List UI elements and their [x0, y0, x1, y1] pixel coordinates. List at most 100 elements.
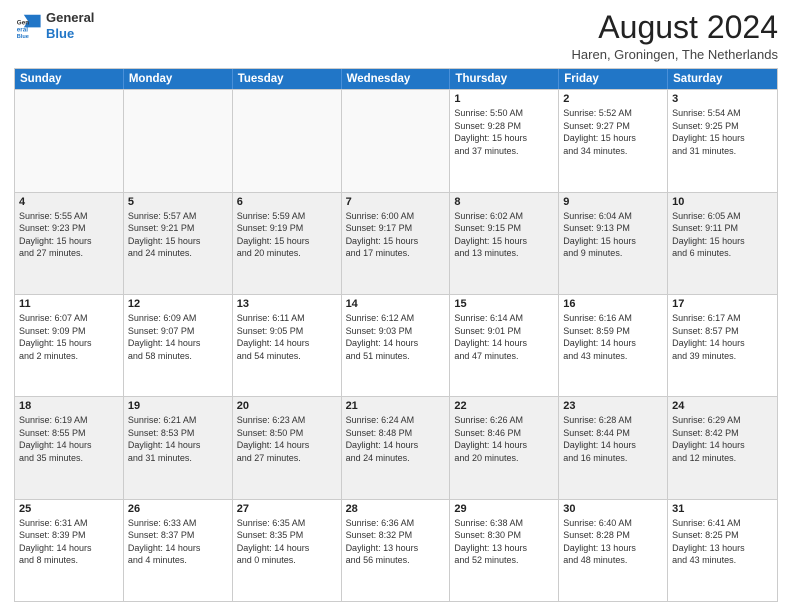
day-cell-14: 14 Sunrise: 6:12 AM Sunset: 9:03 PM Dayli…	[342, 295, 451, 396]
day-cell-29: 29Sunrise: 6:38 AM Sunset: 8:30 PM Dayli…	[450, 500, 559, 601]
day-info: Sunrise: 5:54 AM Sunset: 9:25 PM Dayligh…	[672, 107, 773, 157]
header: Gen eral Blue General Blue August 2024 H…	[14, 10, 778, 62]
day-number: 6	[237, 196, 337, 208]
day-cell-18: 18 Sunrise: 6:19 AM Sunset: 8:55 PM Dayli…	[15, 397, 124, 498]
day-info: Sunrise: 6:14 AM Sunset: 9:01 PM Dayligh…	[454, 312, 554, 362]
day-info: Sunrise: 5:50 AM Sunset: 9:28 PM Dayligh…	[454, 107, 554, 157]
day-number: 12	[128, 298, 228, 310]
day-info: Sunrise: 6:19 AM Sunset: 8:55 PM Dayligh…	[19, 414, 119, 464]
day-header-tuesday: Tuesday	[233, 69, 342, 89]
day-cell-19: 19Sunrise: 6:21 AM Sunset: 8:53 PM Dayli…	[124, 397, 233, 498]
day-cell-4: 4 Sunrise: 5:55 AM Sunset: 9:23 PM Daylig…	[15, 193, 124, 294]
svg-text:Gen: Gen	[17, 19, 29, 26]
day-number: 29	[454, 503, 554, 515]
day-number: 14	[346, 298, 446, 310]
day-info: Sunrise: 6:35 AM Sunset: 8:35 PM Dayligh…	[237, 517, 337, 567]
day-cell-30: 30Sunrise: 6:40 AM Sunset: 8:28 PM Dayli…	[559, 500, 668, 601]
day-number: 10	[672, 196, 773, 208]
day-cell-11: 11Sunrise: 6:07 AM Sunset: 9:09 PM Dayli…	[15, 295, 124, 396]
logo-icon: Gen eral Blue	[14, 12, 42, 40]
day-cell-12: 12 Sunrise: 6:09 AM Sunset: 9:07 PM Dayli…	[124, 295, 233, 396]
day-info: Sunrise: 6:07 AM Sunset: 9:09 PM Dayligh…	[19, 312, 119, 362]
day-info: Sunrise: 6:29 AM Sunset: 8:42 PM Dayligh…	[672, 414, 773, 464]
week-row-4: 25 Sunrise: 6:31 AM Sunset: 8:39 PM Dayli…	[15, 499, 777, 601]
day-number: 27	[237, 503, 337, 515]
day-cell-9: 9Sunrise: 6:04 AM Sunset: 9:13 PM Daylig…	[559, 193, 668, 294]
day-cell-26: 26Sunrise: 6:33 AM Sunset: 8:37 PM Dayli…	[124, 500, 233, 601]
page: Gen eral Blue General Blue August 2024 H…	[0, 0, 792, 612]
day-info: Sunrise: 6:24 AM Sunset: 8:48 PM Dayligh…	[346, 414, 446, 464]
day-cell-20: 20 Sunrise: 6:23 AM Sunset: 8:50 PM Dayli…	[233, 397, 342, 498]
day-number: 24	[672, 400, 773, 412]
location: Haren, Groningen, The Netherlands	[572, 47, 778, 62]
calendar: SundayMondayTuesdayWednesdayThursdayFrid…	[14, 68, 778, 602]
day-info: Sunrise: 6:33 AM Sunset: 8:37 PM Dayligh…	[128, 517, 228, 567]
day-info: Sunrise: 5:59 AM Sunset: 9:19 PM Dayligh…	[237, 210, 337, 260]
day-number: 1	[454, 93, 554, 105]
day-header-friday: Friday	[559, 69, 668, 89]
day-cell-8: 8Sunrise: 6:02 AM Sunset: 9:15 PM Daylig…	[450, 193, 559, 294]
day-number: 30	[563, 503, 663, 515]
day-number: 4	[19, 196, 119, 208]
day-cell-23: 23 Sunrise: 6:28 AM Sunset: 8:44 PM Dayli…	[559, 397, 668, 498]
day-cell-1: 1 Sunrise: 5:50 AM Sunset: 9:28 PM Daylig…	[450, 90, 559, 191]
day-info: Sunrise: 6:28 AM Sunset: 8:44 PM Dayligh…	[563, 414, 663, 464]
day-header-thursday: Thursday	[450, 69, 559, 89]
day-info: Sunrise: 6:09 AM Sunset: 9:07 PM Dayligh…	[128, 312, 228, 362]
day-info: Sunrise: 5:55 AM Sunset: 9:23 PM Dayligh…	[19, 210, 119, 260]
day-number: 20	[237, 400, 337, 412]
week-row-3: 18 Sunrise: 6:19 AM Sunset: 8:55 PM Dayli…	[15, 396, 777, 498]
day-number: 22	[454, 400, 554, 412]
day-cell-31: 31Sunrise: 6:41 AM Sunset: 8:25 PM Dayli…	[668, 500, 777, 601]
day-header-saturday: Saturday	[668, 69, 777, 89]
day-number: 21	[346, 400, 446, 412]
day-number: 5	[128, 196, 228, 208]
day-number: 18	[19, 400, 119, 412]
day-header-monday: Monday	[124, 69, 233, 89]
day-info: Sunrise: 5:57 AM Sunset: 9:21 PM Dayligh…	[128, 210, 228, 260]
empty-cell	[233, 90, 342, 191]
day-cell-25: 25 Sunrise: 6:31 AM Sunset: 8:39 PM Dayli…	[15, 500, 124, 601]
day-cell-2: 2 Sunrise: 5:52 AM Sunset: 9:27 PM Daylig…	[559, 90, 668, 191]
calendar-header: SundayMondayTuesdayWednesdayThursdayFrid…	[15, 69, 777, 89]
day-info: Sunrise: 6:00 AM Sunset: 9:17 PM Dayligh…	[346, 210, 446, 260]
logo: Gen eral Blue General Blue	[14, 10, 94, 41]
day-cell-5: 5 Sunrise: 5:57 AM Sunset: 9:21 PM Daylig…	[124, 193, 233, 294]
day-number: 2	[563, 93, 663, 105]
day-info: Sunrise: 6:31 AM Sunset: 8:39 PM Dayligh…	[19, 517, 119, 567]
day-info: Sunrise: 6:21 AM Sunset: 8:53 PM Dayligh…	[128, 414, 228, 464]
day-info: Sunrise: 6:41 AM Sunset: 8:25 PM Dayligh…	[672, 517, 773, 567]
day-info: Sunrise: 5:52 AM Sunset: 9:27 PM Dayligh…	[563, 107, 663, 157]
day-info: Sunrise: 6:12 AM Sunset: 9:03 PM Dayligh…	[346, 312, 446, 362]
day-cell-27: 27 Sunrise: 6:35 AM Sunset: 8:35 PM Dayli…	[233, 500, 342, 601]
day-info: Sunrise: 6:26 AM Sunset: 8:46 PM Dayligh…	[454, 414, 554, 464]
day-cell-6: 6 Sunrise: 5:59 AM Sunset: 9:19 PM Daylig…	[233, 193, 342, 294]
day-number: 25	[19, 503, 119, 515]
day-cell-22: 22 Sunrise: 6:26 AM Sunset: 8:46 PM Dayli…	[450, 397, 559, 498]
day-cell-7: 7Sunrise: 6:00 AM Sunset: 9:17 PM Daylig…	[342, 193, 451, 294]
day-cell-24: 24 Sunrise: 6:29 AM Sunset: 8:42 PM Dayli…	[668, 397, 777, 498]
day-header-wednesday: Wednesday	[342, 69, 451, 89]
day-info: Sunrise: 6:05 AM Sunset: 9:11 PM Dayligh…	[672, 210, 773, 260]
day-info: Sunrise: 6:23 AM Sunset: 8:50 PM Dayligh…	[237, 414, 337, 464]
day-cell-3: 3Sunrise: 5:54 AM Sunset: 9:25 PM Daylig…	[668, 90, 777, 191]
day-info: Sunrise: 6:17 AM Sunset: 8:57 PM Dayligh…	[672, 312, 773, 362]
day-info: Sunrise: 6:04 AM Sunset: 9:13 PM Dayligh…	[563, 210, 663, 260]
day-info: Sunrise: 6:36 AM Sunset: 8:32 PM Dayligh…	[346, 517, 446, 567]
day-cell-28: 28Sunrise: 6:36 AM Sunset: 8:32 PM Dayli…	[342, 500, 451, 601]
day-cell-17: 17Sunrise: 6:17 AM Sunset: 8:57 PM Dayli…	[668, 295, 777, 396]
day-cell-15: 15 Sunrise: 6:14 AM Sunset: 9:01 PM Dayli…	[450, 295, 559, 396]
day-number: 23	[563, 400, 663, 412]
day-number: 16	[563, 298, 663, 310]
day-cell-10: 10 Sunrise: 6:05 AM Sunset: 9:11 PM Dayli…	[668, 193, 777, 294]
day-number: 15	[454, 298, 554, 310]
day-cell-13: 13Sunrise: 6:11 AM Sunset: 9:05 PM Dayli…	[233, 295, 342, 396]
empty-cell	[15, 90, 124, 191]
svg-text:Blue: Blue	[17, 33, 29, 39]
title-block: August 2024 Haren, Groningen, The Nether…	[572, 10, 778, 62]
week-row-2: 11Sunrise: 6:07 AM Sunset: 9:09 PM Dayli…	[15, 294, 777, 396]
day-number: 13	[237, 298, 337, 310]
day-info: Sunrise: 6:02 AM Sunset: 9:15 PM Dayligh…	[454, 210, 554, 260]
week-row-0: 1 Sunrise: 5:50 AM Sunset: 9:28 PM Daylig…	[15, 89, 777, 191]
month-title: August 2024	[572, 10, 778, 45]
